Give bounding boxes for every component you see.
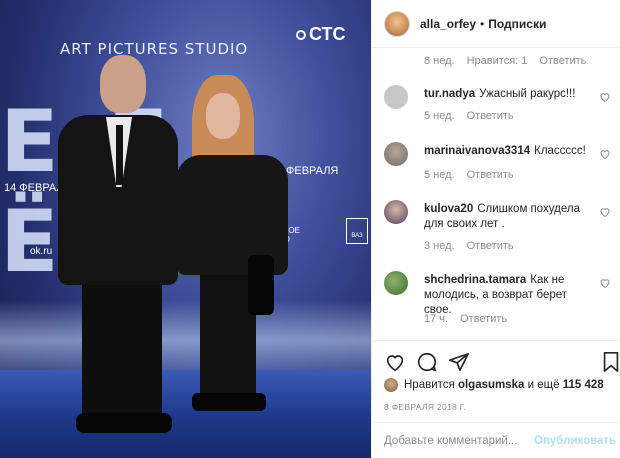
share-icon[interactable] [448,351,470,373]
post-side-panel: alla_orfey • Подписки 8 нед. Нравится: 1… [371,0,620,458]
comment-time: 3 нед. [424,240,455,252]
comment-text: kulova20 Слишком похудела для своих лет . [424,202,594,232]
liker-avatar[interactable] [384,378,398,392]
commenter-username[interactable]: shchedrina.tamara [424,274,526,286]
comment-input[interactable] [384,434,534,447]
following-button[interactable]: Подписки [488,17,546,31]
channel-logo-text: СТС [309,24,346,44]
comment-text: shchedrina.tamara Как не молодись, а возв… [424,273,594,318]
post-header: alla_orfey • Подписки [372,0,620,48]
channel-logo: СТС [296,24,346,45]
commenter-username[interactable]: tur.nadya [424,88,475,100]
commenter-avatar[interactable] [384,271,408,295]
comment-time: 8 нед. [424,55,455,67]
like-comment-heart-icon[interactable] [599,206,611,218]
ok-logo: ok.ru [30,246,53,257]
commenter-username[interactable]: kulova20 [424,203,473,215]
heart-icon[interactable] [384,351,406,373]
like-comment-heart-icon[interactable] [599,148,611,160]
likes-count[interactable]: 115 428 [563,379,604,391]
commenter-avatar[interactable] [384,142,408,166]
author-username[interactable]: alla_orfey [420,17,476,31]
previous-comment-meta: 8 нед. Нравится: 1 Ответить [424,55,586,67]
comment-time: 17 ч. [424,313,449,325]
comment-time: 5 нед. [424,169,455,181]
likes-summary: Нравится olgasumska и ещё 115 428 [384,378,604,392]
comment-text: marinaivanova3314 Классссс! [424,144,594,159]
commenter-username[interactable]: marinaivanova3314 [424,145,530,157]
publish-button[interactable]: Опубликовать [534,435,616,447]
bookmark-icon[interactable] [600,351,620,373]
comment-body: Классссс! [534,145,586,157]
comment-meta: 17 ч. Ответить [424,313,507,325]
post-actions-bar [372,340,620,376]
like-comment-heart-icon[interactable] [599,277,611,289]
header-separator: • [480,16,485,31]
reply-button[interactable]: Ответить [539,55,586,67]
post-date[interactable]: 8 ФЕВРАЛЯ 2018 Г. [384,402,466,412]
comment-meta: 5 нед. Ответить [424,169,514,181]
man-figure [58,55,178,435]
comment-time: 5 нед. [424,110,455,122]
comment-meta: 5 нед. Ответить [424,110,514,122]
comment-meta: 3 нед. Ответить [424,240,514,252]
reply-button[interactable]: Ответить [460,313,507,325]
post-photo[interactable]: ЕД ЁД ART PICTURES STUDIO СТС 14 ФЕВРАЛЯ… [0,0,371,458]
comment-icon[interactable] [416,351,438,373]
like-comment-heart-icon[interactable] [599,91,611,103]
likes-suffix: и ещё [527,379,560,391]
commenter-avatar[interactable] [384,85,408,109]
woman-figure [170,75,290,420]
comment-body: Ужасный ракурс!!! [479,88,576,100]
commenter-avatar[interactable] [384,200,408,224]
vaz-logo: ВАЗ [346,218,368,244]
reply-button[interactable]: Ответить [467,169,514,181]
liker-username[interactable]: olgasumska [458,379,524,391]
comment-likes[interactable]: Нравится: 1 [467,55,528,67]
likes-prefix: Нравится [404,379,455,391]
reply-button[interactable]: Ответить [467,240,514,252]
comment-text: tur.nadya Ужасный ракурс!!! [424,87,594,102]
add-comment-form: Опубликовать [372,422,620,458]
poster-date-right: ФЕВРАЛЯ [286,165,339,177]
reply-button[interactable]: Ответить [467,110,514,122]
author-avatar[interactable] [384,10,410,37]
